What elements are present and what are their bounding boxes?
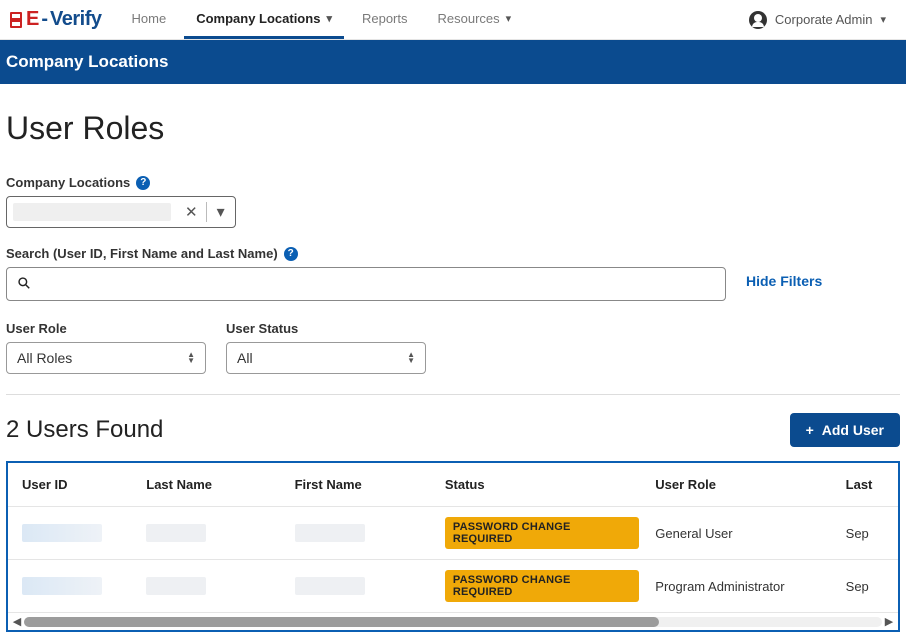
add-user-label: Add User — [822, 422, 884, 438]
first-name-value — [295, 577, 365, 595]
flag-icon — [10, 12, 22, 28]
last-name-value — [146, 524, 206, 542]
search-field: Search (User ID, First Name and Last Nam… — [6, 246, 900, 301]
company-locations-field: Company Locations ? ✕ ▾ — [6, 175, 900, 228]
scroll-right-icon[interactable]: ▶ — [882, 615, 896, 628]
hide-filters-link[interactable]: Hide Filters — [746, 273, 822, 289]
clear-icon[interactable]: ✕ — [177, 203, 206, 221]
status-badge: PASSWORD CHANGE REQUIRED — [445, 517, 639, 549]
search-row: Hide Filters — [6, 267, 900, 301]
help-icon[interactable]: ? — [136, 176, 150, 190]
table-row[interactable]: PASSWORD CHANGE REQUIRED Program Adminis… — [8, 560, 898, 613]
user-menu[interactable]: Corporate Admin ▾ — [749, 11, 898, 29]
col-user-role[interactable]: User Role — [647, 463, 837, 507]
help-icon[interactable]: ? — [284, 247, 298, 261]
user-status-filter: User Status All ▲▼ — [226, 321, 426, 374]
nav-company-locations-label: Company Locations — [196, 11, 320, 26]
nav-resources[interactable]: Resources ▾ — [426, 0, 524, 39]
company-locations-combo[interactable]: ✕ ▾ — [6, 196, 236, 228]
results-count: 2 Users Found — [6, 416, 163, 444]
main-content: User Roles Company Locations ? ✕ ▾ Searc… — [0, 84, 906, 632]
chevron-down-icon: ▾ — [506, 12, 512, 25]
col-status[interactable]: Status — [437, 463, 647, 507]
divider — [6, 394, 900, 395]
add-user-button[interactable]: + Add User — [790, 413, 900, 447]
user-status-label: User Status — [226, 321, 426, 336]
user-id-value — [22, 577, 102, 595]
table-header-row: User ID Last Name First Name Status User… — [8, 463, 898, 507]
nav-reports[interactable]: Reports — [350, 0, 420, 39]
search-input[interactable] — [39, 276, 715, 292]
user-menu-label: Corporate Admin — [775, 12, 873, 27]
top-nav: E - Verify Home Company Locations ▾ Repo… — [0, 0, 906, 40]
chevron-down-icon[interactable]: ▾ — [207, 202, 235, 222]
company-locations-value — [13, 203, 171, 221]
select-stepper-icon: ▲▼ — [407, 352, 415, 364]
scroll-left-icon[interactable]: ◀ — [10, 615, 24, 628]
section-header-title: Company Locations — [6, 52, 168, 72]
results-header: 2 Users Found + Add User — [6, 413, 900, 447]
nav-home[interactable]: Home — [120, 0, 179, 39]
chevron-down-icon: ▾ — [880, 13, 886, 26]
nav-resources-label: Resources — [438, 11, 500, 26]
filters-row: User Role All Roles ▲▼ User Status All ▲… — [6, 321, 900, 374]
brand-verify: Verify — [50, 8, 101, 31]
users-table-container: User ID Last Name First Name Status User… — [6, 461, 900, 632]
search-input-container — [6, 267, 726, 301]
nav-items: Home Company Locations ▾ Reports Resourc… — [120, 0, 524, 39]
brand-e: E — [26, 8, 39, 31]
last-name-value — [146, 577, 206, 595]
chevron-down-icon: ▾ — [326, 12, 332, 25]
col-last[interactable]: Last — [838, 463, 898, 507]
scrollbar-thumb[interactable] — [24, 617, 659, 627]
search-label: Search (User ID, First Name and Last Nam… — [6, 246, 278, 261]
horizontal-scrollbar[interactable]: ◀ ▶ — [8, 612, 898, 630]
user-role-label: User Role — [6, 321, 206, 336]
company-locations-label: Company Locations — [6, 175, 130, 190]
col-first-name[interactable]: First Name — [287, 463, 437, 507]
search-label-row: Search (User ID, First Name and Last Nam… — [6, 246, 900, 261]
users-table: User ID Last Name First Name Status User… — [8, 463, 898, 612]
nav-home-label: Home — [132, 11, 167, 26]
col-user-id[interactable]: User ID — [8, 463, 138, 507]
col-last-name[interactable]: Last Name — [138, 463, 286, 507]
section-header: Company Locations — [0, 40, 906, 84]
nav-company-locations[interactable]: Company Locations ▾ — [184, 0, 344, 39]
last-value: Sep — [846, 526, 869, 541]
search-icon — [17, 276, 31, 293]
nav-reports-label: Reports — [362, 11, 408, 26]
user-status-value: All — [237, 350, 253, 366]
first-name-value — [295, 524, 365, 542]
select-stepper-icon: ▲▼ — [187, 352, 195, 364]
user-role-value: Program Administrator — [655, 579, 784, 594]
status-badge: PASSWORD CHANGE REQUIRED — [445, 570, 639, 602]
user-id-value — [22, 524, 102, 542]
brand-dash: - — [41, 8, 48, 31]
table-scroll: User ID Last Name First Name Status User… — [8, 463, 898, 612]
user-role-value: General User — [655, 526, 732, 541]
scrollbar-track[interactable] — [24, 617, 882, 627]
table-row[interactable]: PASSWORD CHANGE REQUIRED General User Se… — [8, 507, 898, 560]
user-role-select[interactable]: All Roles ▲▼ — [6, 342, 206, 374]
user-avatar-icon — [749, 11, 767, 29]
user-status-select[interactable]: All ▲▼ — [226, 342, 426, 374]
page-title: User Roles — [6, 110, 900, 147]
user-role-filter: User Role All Roles ▲▼ — [6, 321, 206, 374]
user-role-value: All Roles — [17, 350, 72, 366]
plus-icon: + — [806, 422, 814, 438]
brand-logo[interactable]: E - Verify — [10, 8, 102, 31]
company-locations-label-row: Company Locations ? — [6, 175, 900, 190]
last-value: Sep — [846, 579, 869, 594]
